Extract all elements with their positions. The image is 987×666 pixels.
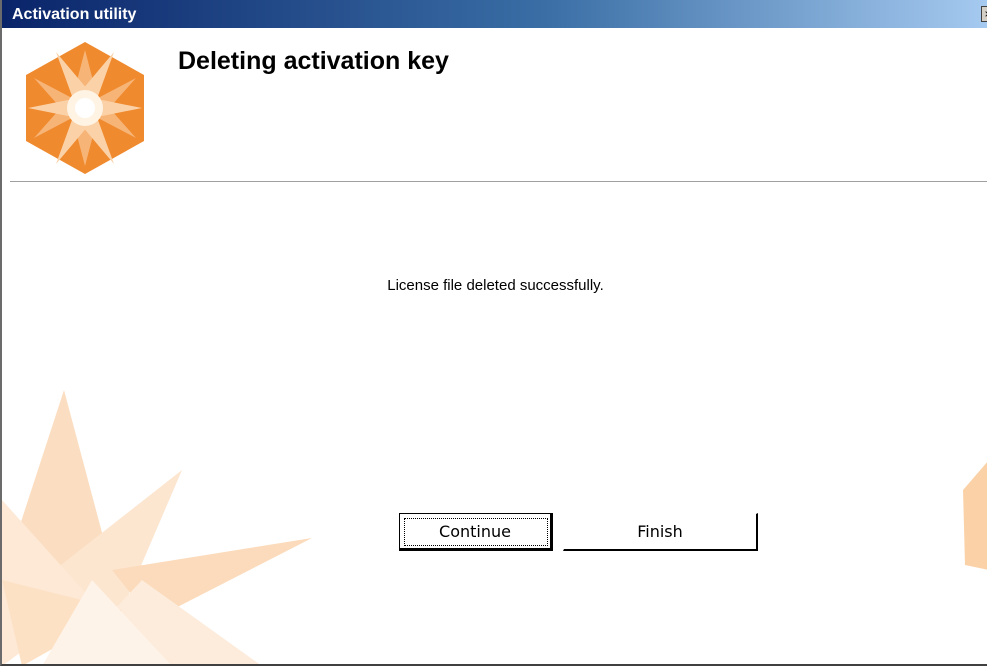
window-title: Activation utility — [12, 6, 137, 23]
background-star-decoration — [2, 390, 312, 664]
background-star-edge-decoration — [963, 462, 987, 570]
finish-button[interactable]: Finish — [563, 513, 758, 551]
page-title: Deleting activation key — [178, 47, 449, 75]
continue-button[interactable]: Continue — [399, 513, 553, 551]
wizard-header — [2, 28, 987, 181]
activation-utility-window: Activation utility × Deleting activation… — [0, 0, 987, 666]
close-button[interactable]: × — [981, 6, 987, 22]
status-message: License file deleted successfully. — [387, 277, 604, 294]
hexagon-star-logo — [26, 42, 144, 174]
title-bar[interactable]: Activation utility × — [2, 0, 987, 28]
header-divider — [10, 181, 987, 182]
